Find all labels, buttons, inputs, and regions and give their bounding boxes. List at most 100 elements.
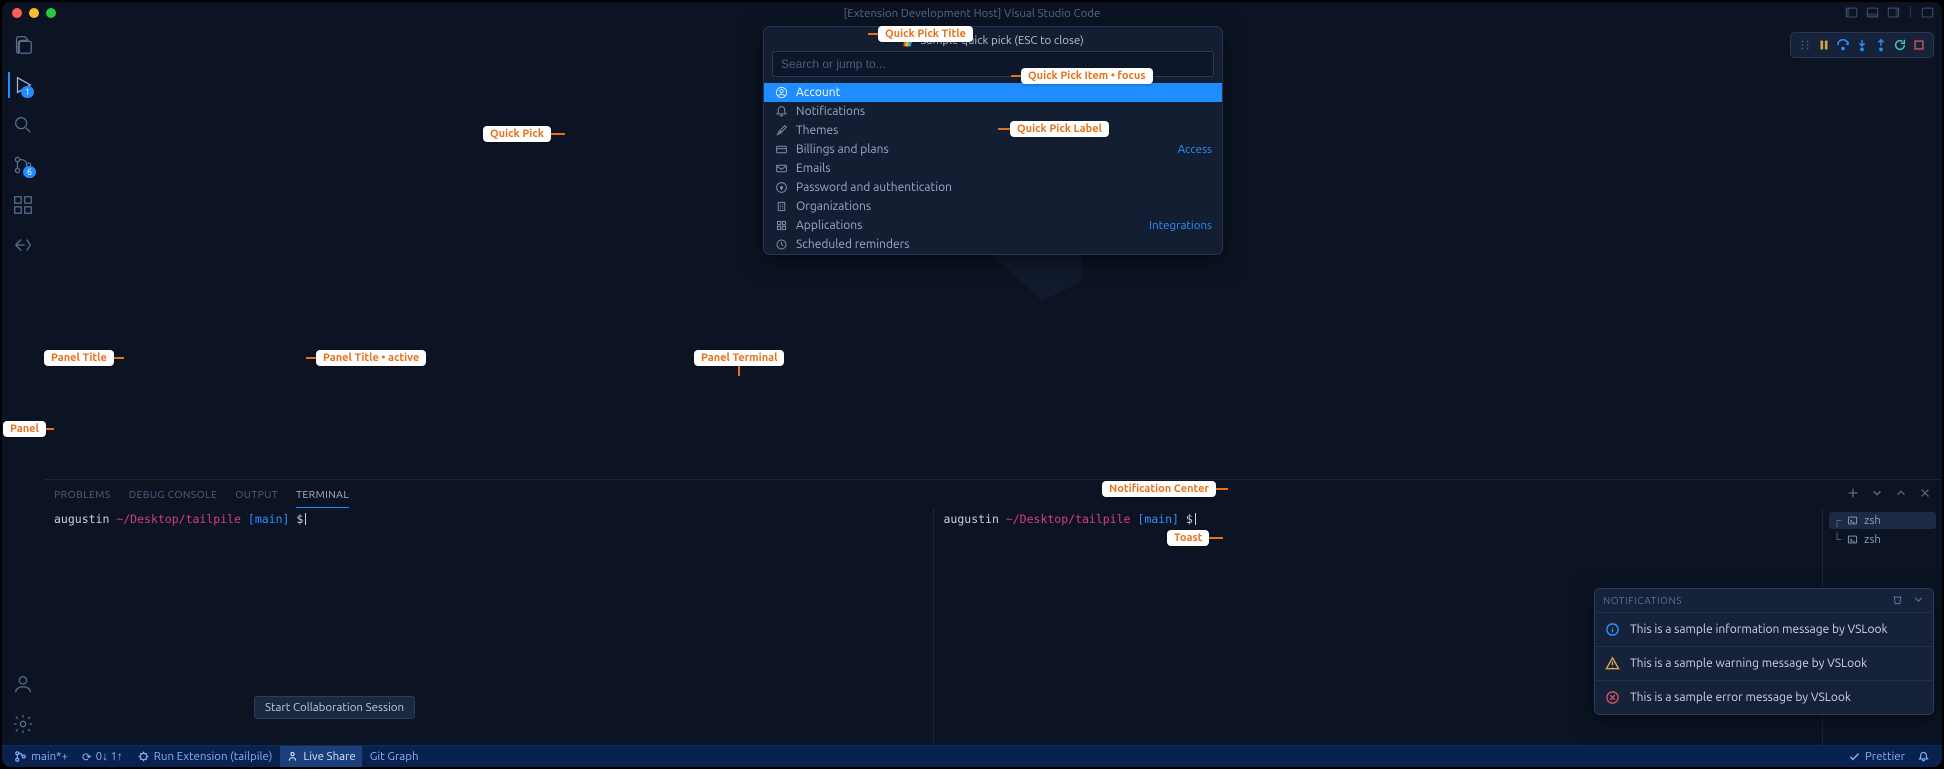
quick-pick-item-label: Account [796, 86, 1204, 99]
organization-icon [774, 200, 788, 213]
clock-icon [774, 238, 788, 251]
minimize-window-icon[interactable] [29, 8, 39, 18]
quick-pick-item-label: Scheduled reminders [796, 238, 1212, 251]
run-debug-icon[interactable]: 1 [8, 72, 34, 98]
extensions-icon[interactable] [10, 192, 36, 218]
quick-pick-item-label: Password and authentication [796, 181, 1212, 194]
panel: PROBLEMS DEBUG CONSOLE OUTPUT TERMINAL a… [44, 479, 1942, 745]
terminal-icon [1847, 515, 1858, 526]
quick-pick-item-password[interactable]: Password and authentication [764, 178, 1222, 197]
panel-bottom-icon[interactable] [1866, 6, 1879, 22]
notification-text: This is a sample warning message by VSLo… [1630, 657, 1867, 670]
notification-center: NOTIFICATIONS This is a sample informati… [1594, 588, 1934, 715]
status-branch-label: main*+ [31, 750, 68, 763]
chevron-down-icon[interactable] [1870, 486, 1884, 502]
step-over-icon[interactable] [1835, 37, 1851, 53]
restart-icon[interactable] [1892, 37, 1908, 53]
quick-pick-title: 🌈Sample quick pick (ESC to close) [764, 27, 1222, 51]
card-icon [774, 143, 788, 156]
close-panel-icon[interactable] [1918, 486, 1932, 502]
status-notifications-bell[interactable] [1911, 750, 1936, 763]
terminal-tab-label: zsh [1864, 533, 1881, 546]
panel-left-icon[interactable] [1845, 6, 1858, 22]
quick-pick-item-scheduled[interactable]: Scheduled reminders [764, 235, 1222, 254]
traffic-lights[interactable] [12, 8, 56, 18]
notification-header-label: NOTIFICATIONS [1603, 595, 1682, 606]
notification-text: This is a sample error message by VSLook [1630, 691, 1851, 704]
vscode-window: [Extension Development Host] Visual Stud… [2, 2, 1942, 767]
separator [1910, 6, 1911, 18]
notification-item-err[interactable]: This is a sample error message by VSLook [1595, 680, 1933, 714]
info-icon [1605, 622, 1620, 637]
drag-handle-icon[interactable] [1797, 37, 1813, 53]
terminal-tab-1[interactable]: ┌ zsh [1829, 512, 1936, 529]
step-into-icon[interactable] [1854, 37, 1870, 53]
titlebar-layout-controls [1845, 6, 1934, 22]
quick-pick-item-label: Applications [796, 219, 1141, 232]
status-prettier[interactable]: Prettier [1842, 750, 1911, 763]
maximize-panel-icon[interactable] [1894, 486, 1908, 502]
liveshare-icon [286, 750, 299, 763]
status-gitgraph[interactable]: Git Graph [364, 746, 425, 767]
status-liveshare-label: Live Share [303, 750, 355, 763]
clear-all-icon[interactable] [1891, 593, 1904, 608]
quick-pick-item-label: Organizations [796, 200, 1212, 213]
run-debug-badge: 1 [21, 86, 34, 98]
notification-item-warn[interactable]: This is a sample warning message by VSLo… [1595, 646, 1933, 680]
panel-tab-output[interactable]: OUTPUT [235, 480, 278, 508]
status-bar: main*+ ⟳ 0↓ 1↑ Run Extension (tailpile) … [2, 745, 1942, 767]
quick-pick-search [772, 51, 1214, 77]
explorer-icon[interactable] [10, 32, 36, 58]
status-run-extension[interactable]: Run Extension (tailpile) [131, 746, 279, 767]
sync-icon: ⟳ [82, 750, 92, 764]
quick-pick-item-billings[interactable]: Billings and plans Access [764, 140, 1222, 159]
terminal-icon [1847, 534, 1858, 545]
panel-tab-terminal[interactable]: TERMINAL [296, 480, 349, 508]
status-liveshare[interactable]: Live Share [280, 746, 361, 767]
stop-icon[interactable] [1911, 37, 1927, 53]
tree-branch-icon: └ [1833, 533, 1841, 546]
quick-pick-item-account[interactable]: Account [764, 83, 1222, 102]
panel-tabs: PROBLEMS DEBUG CONSOLE OUTPUT TERMINAL [44, 480, 1942, 508]
quick-pick-list: Account Notifications Themes [764, 83, 1222, 254]
source-control-icon[interactable]: 6 [10, 152, 36, 178]
status-branch[interactable]: main*+ [8, 746, 74, 767]
quick-pick-item-applications[interactable]: Applications Integrations [764, 216, 1222, 235]
settings-gear-icon[interactable] [10, 711, 36, 737]
new-terminal-icon[interactable] [1846, 486, 1860, 502]
search-icon[interactable] [10, 112, 36, 138]
account-icon[interactable] [10, 671, 36, 697]
quick-pick-item-notifications[interactable]: Notifications [764, 102, 1222, 121]
panel-right-icon[interactable] [1887, 6, 1900, 22]
quick-pick-item-label: Emails [796, 162, 1212, 175]
panel-tab-problems[interactable]: PROBLEMS [54, 480, 111, 508]
liveshare-icon[interactable] [10, 232, 36, 258]
pause-icon[interactable] [1816, 37, 1832, 53]
layout-icon[interactable] [1921, 6, 1934, 22]
status-sync-label: 0↓ 1↑ [96, 750, 123, 763]
notification-item-info[interactable]: This is a sample information message by … [1595, 612, 1933, 646]
hide-icon[interactable] [1912, 593, 1925, 608]
quick-pick-input[interactable] [772, 51, 1214, 77]
status-gitgraph-label: Git Graph [370, 750, 419, 763]
quick-pick-item-themes[interactable]: Themes [764, 121, 1222, 140]
terminal-1[interactable]: augustin ~/Desktop/tailpile [main] $ [44, 508, 934, 745]
error-icon [1605, 690, 1620, 705]
status-sync[interactable]: ⟳ 0↓ 1↑ [76, 746, 129, 767]
notification-text: This is a sample information message by … [1630, 623, 1888, 636]
terminal-tab-2[interactable]: └ zsh [1829, 531, 1936, 548]
panel-tab-debug-console[interactable]: DEBUG CONSOLE [129, 480, 218, 508]
quick-pick-item-organizations[interactable]: Organizations [764, 197, 1222, 216]
step-out-icon[interactable] [1873, 37, 1889, 53]
quick-pick-item-emails[interactable]: Emails [764, 159, 1222, 178]
tree-branch-icon: ┌ [1833, 514, 1841, 527]
bell-icon [774, 105, 788, 118]
close-window-icon[interactable] [12, 8, 22, 18]
zoom-window-icon[interactable] [46, 8, 56, 18]
editor-area: 🌈Sample quick pick (ESC to close) Accoun… [44, 24, 1942, 479]
window-title: [Extension Development Host] Visual Stud… [844, 7, 1101, 20]
titlebar: [Extension Development Host] Visual Stud… [2, 2, 1942, 24]
rainbow-icon: 🌈 [902, 34, 916, 47]
check-icon [1848, 750, 1861, 763]
account-circle-icon [774, 86, 788, 99]
